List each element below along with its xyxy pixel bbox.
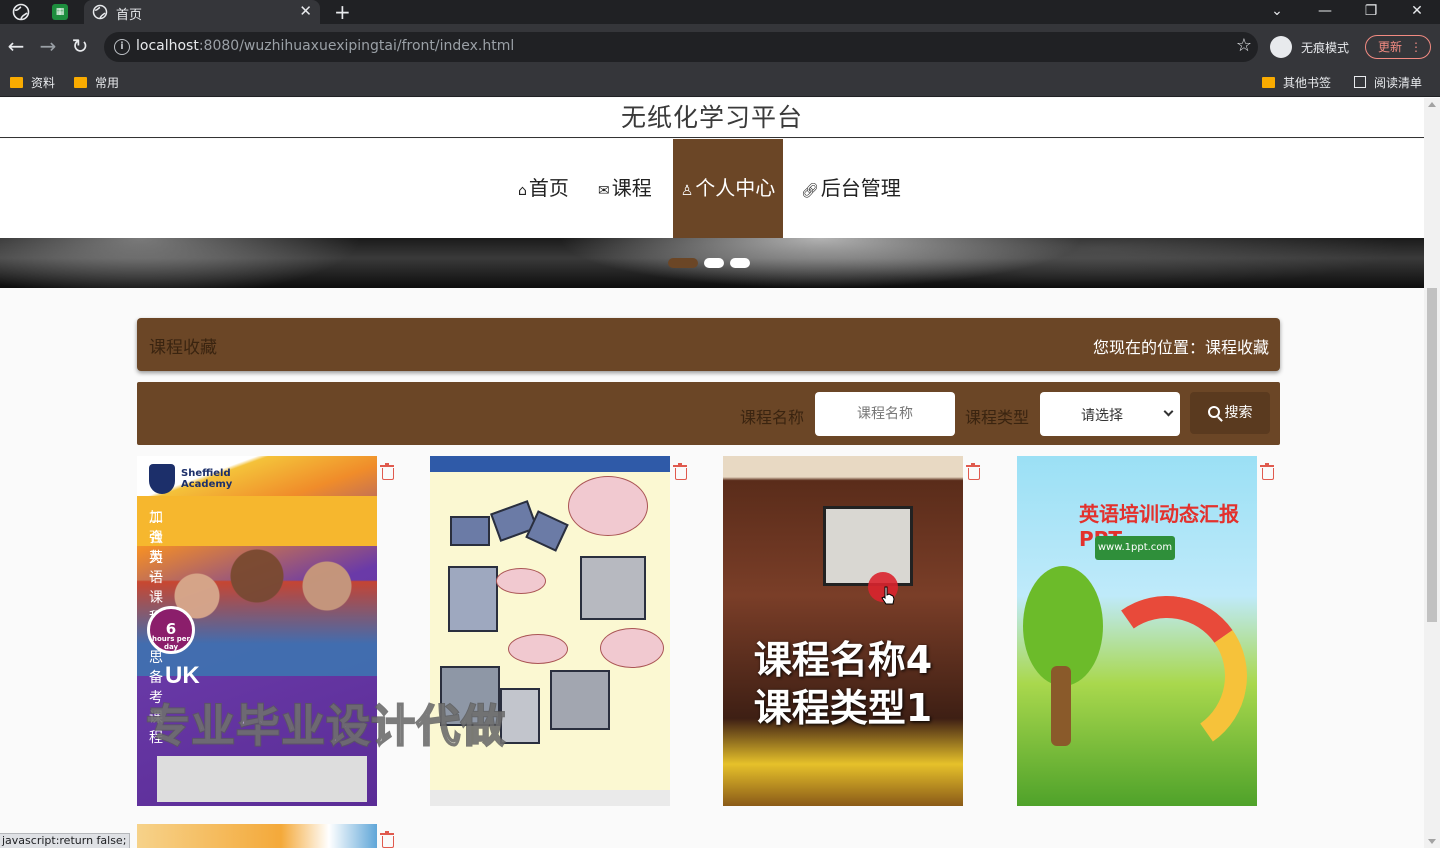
academy-crest-icon [149, 464, 175, 494]
card-header-strip [430, 456, 670, 472]
reading-list-icon [1354, 76, 1366, 88]
new-tab-button[interactable]: + [334, 0, 351, 24]
bookmark-folder-other[interactable]: 其他书签 [1262, 73, 1331, 93]
page-scrollbar[interactable] [1424, 98, 1440, 848]
url-text[interactable]: localhost:8080/wuzhihuaxuexipingtai/fron… [136, 38, 514, 54]
scroll-down-icon[interactable] [1428, 839, 1436, 844]
breadcrumb: 您现在的位置：课程收藏 [1092, 338, 1269, 357]
delete-icon[interactable] [673, 463, 687, 480]
folder-icon [1262, 77, 1275, 88]
page-viewport: 无纸化学习平台 ⌂ 首页 ✉ 课程 ♙ 个人中心 🔗︎ 后台管理 课程收藏 您现在的位置… [0, 98, 1424, 848]
globe-icon [92, 4, 108, 20]
user-icon: ♙ [680, 183, 694, 199]
card-site-label: www.1ppt.com [1095, 536, 1175, 560]
main-nav: ⌂ 首页 ✉ 课程 ♙ 个人中心 🔗︎ 后台管理 [0, 139, 1424, 238]
computer-image [448, 566, 498, 632]
browser-toolbar: ← → ↻ i localhost:8080/wuzhihuaxuexiping… [0, 24, 1440, 69]
computer-image [550, 670, 610, 730]
close-window-button[interactable]: ✕ [1394, 0, 1440, 24]
tab-title: 首页 [116, 8, 143, 23]
section-header: 课程收藏 您现在的位置：课程收藏 [137, 318, 1280, 371]
computer-image [450, 516, 490, 546]
breadcrumb-current[interactable]: 课程收藏 [1205, 338, 1269, 357]
folder-icon [10, 77, 23, 88]
address-bar[interactable]: i localhost:8080/wuzhihuaxuexipingtai/fr… [104, 32, 1258, 62]
tree-trunk-image [1051, 666, 1071, 746]
computer-image [580, 556, 646, 620]
forward-icon[interactable]: → [36, 34, 60, 58]
card-footer-strip [430, 790, 670, 806]
close-icon[interactable]: ✕ [299, 2, 312, 20]
computer-image [500, 688, 540, 744]
home-icon: ⌂ [518, 183, 527, 199]
tab-search-icon[interactable]: ⌄ [1254, 0, 1300, 24]
search-button[interactable]: 搜索 [1190, 392, 1270, 434]
hours-badge: 6 hours per day [147, 606, 195, 654]
course-type-label: 课程类型 [965, 408, 1030, 427]
delete-icon[interactable] [380, 463, 394, 480]
sheets-icon[interactable]: ▦ [52, 4, 68, 20]
section-title: 课程收藏 [149, 338, 217, 358]
incognito-icon [1270, 36, 1292, 58]
browser-tab-strip: ▦ 首页 ✕ + ⌄ — ❐ ✕ [0, 0, 1440, 24]
course-card[interactable]: 课程名称4 课程类型1 [723, 456, 963, 806]
carousel-dot[interactable] [704, 258, 724, 268]
back-icon[interactable]: ← [4, 34, 28, 58]
minimize-button[interactable]: — [1302, 0, 1348, 24]
card-headline: UK [165, 662, 200, 689]
bookmark-folder[interactable]: 常用 [74, 73, 119, 93]
nav-admin[interactable]: 🔗︎ 后台管理 [801, 139, 901, 238]
schedule-table [157, 756, 367, 802]
search-bar: 课程名称 课程类型 请选择 搜索 [137, 382, 1280, 445]
reading-list[interactable]: 阅读清单 [1354, 73, 1422, 93]
bookmark-star-icon[interactable]: ☆ [1236, 35, 1252, 56]
watermark-text: 专业毕业设计代做 [145, 700, 506, 753]
card-photo [823, 506, 913, 586]
card-ribbon: 加强英语课程+雅思备考课程二合为一 [137, 496, 377, 746]
carousel-dot[interactable] [730, 258, 750, 268]
delete-icon[interactable] [380, 831, 394, 848]
info-icon[interactable]: i [114, 39, 130, 55]
course-card[interactable]: 英语培训动态汇报PPT www.1ppt.com [1017, 456, 1257, 806]
chevron-down-icon [1163, 406, 1174, 417]
nav-courses[interactable]: ✉ 课程 [598, 139, 652, 238]
callout-bubble [496, 568, 546, 594]
course-card[interactable] [137, 824, 377, 848]
site-title: 无纸化学习平台 [620, 103, 803, 132]
nav-home[interactable]: ⌂ 首页 [518, 139, 569, 238]
course-name-input[interactable] [815, 392, 955, 436]
site-header: 无纸化学习平台 [0, 98, 1424, 138]
callout-bubble [568, 476, 648, 536]
update-button[interactable]: 更新 ⋮ [1365, 35, 1431, 59]
callout-bubble [508, 634, 568, 664]
globe-icon[interactable] [12, 3, 30, 21]
link-icon: 🔗︎ [801, 183, 819, 199]
card-logo-text: Sheffield Academy [181, 468, 233, 490]
carousel-dot[interactable] [668, 258, 698, 268]
reload-icon[interactable]: ↻ [68, 34, 92, 58]
link-status-bar: javascript:return false; [0, 833, 130, 848]
delete-icon[interactable] [966, 463, 980, 480]
more-icon[interactable]: ⋮ [1410, 36, 1422, 58]
course-name-label: 课程名称 [740, 408, 805, 427]
delete-icon[interactable] [1260, 463, 1274, 480]
card-caption: 课程名称4 课程类型1 [753, 638, 933, 730]
callout-bubble [600, 628, 664, 668]
search-icon [1207, 406, 1220, 418]
restore-button[interactable]: ❐ [1348, 0, 1394, 24]
scroll-up-icon[interactable] [1428, 102, 1436, 107]
scrollbar-thumb[interactable] [1427, 288, 1437, 622]
nav-personal-center[interactable]: ♙ 个人中心 [673, 139, 783, 238]
bookmark-folder[interactable]: 资料 [10, 73, 55, 93]
browser-tab[interactable]: 首页 ✕ [84, 0, 320, 24]
hand-cursor-icon [881, 586, 895, 605]
mail-icon: ✉ [598, 183, 610, 199]
course-type-select[interactable]: 请选择 [1040, 392, 1180, 436]
folder-icon [74, 77, 87, 88]
bookmarks-bar: 资料 常用 其他书签 阅读清单 [0, 69, 1440, 97]
